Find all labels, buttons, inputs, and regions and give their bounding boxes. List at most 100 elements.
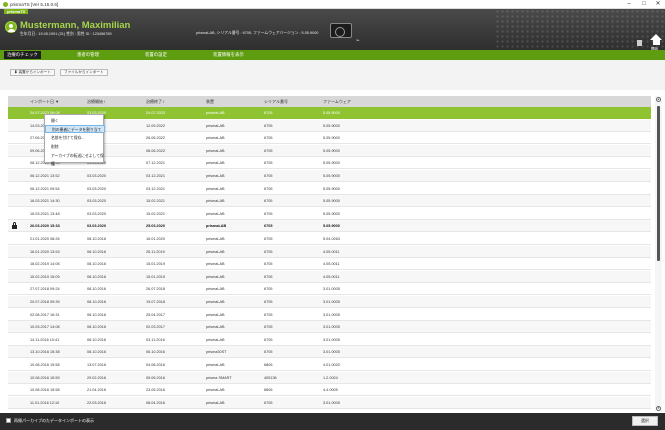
cell-firmware: 5.05.9000	[323, 136, 340, 141]
tab-patient-management[interactable]: 患者の管理	[74, 51, 102, 59]
cell-therapy-start: 08.10.2016	[87, 312, 107, 317]
import-file-label: ファイルからインポート	[64, 70, 104, 74]
tab-therapy-check[interactable]: 治療のチェック	[4, 51, 41, 59]
col-import-date[interactable]: インポート日 ▼	[30, 99, 59, 105]
table-row[interactable]: 16.03.2021 14:30 03.03.2020 15.02.2021 pris…	[8, 195, 651, 208]
scroll-down-icon[interactable]: ▾	[656, 406, 661, 411]
menu-item-delete[interactable]: 削除	[45, 143, 105, 151]
cell-device: prismaLAB	[206, 363, 225, 367]
cell-therapy-start: 08.10.2016	[87, 325, 107, 330]
import-device-button[interactable]: ⬇ 装置からインポート	[10, 69, 55, 76]
close-button[interactable]: ✕	[651, 1, 665, 8]
table-row[interactable]: 14.11.2016 10:41 08.10.2016 03.11.2016 pris…	[8, 333, 651, 346]
table-row[interactable]: 06.12.2021 13:52 03.03.2020 03.12.2021 pris…	[8, 170, 651, 182]
tab-device-settings[interactable]: 装置の設定	[142, 51, 170, 59]
import-file-button[interactable]: ファイルからインポート	[60, 69, 108, 76]
cell-import-date: 13.10.2016 15:38	[30, 350, 60, 355]
lock-icon	[12, 222, 17, 230]
cell-therapy-end: 19.07.2018	[146, 300, 166, 304]
maximize-button[interactable]: □	[637, 1, 651, 8]
table-row[interactable]: 13.10.2016 15:38 08.10.2016 06.10.2016 pris…	[8, 346, 651, 359]
cell-therapy-end: 26.07.2018	[146, 287, 166, 292]
cell-firmware: 5.05.9000	[323, 186, 340, 191]
table-row[interactable]: 16.01.2020 13:53 08.10.2016 25.11.2019 pris…	[8, 245, 651, 258]
table-row[interactable]: 16.03.2021 13:48 03.03.2020 15.02.2021 pris…	[8, 207, 651, 220]
menu-item-open[interactable]: 開く	[45, 117, 105, 125]
cell-device: prismaLAB	[206, 123, 225, 128]
menu-item-save-as[interactable]: 名前を付けて保存...	[45, 134, 105, 142]
cell-serial: 6806	[264, 388, 273, 393]
col-therapy-end[interactable]: 治療終了 /	[146, 99, 164, 105]
cell-therapy-start: 08.10.2016	[87, 274, 107, 279]
cell-device: prismaLAB	[206, 249, 225, 254]
select-button[interactable]: 選択	[632, 416, 658, 426]
cell-therapy-end: 23.05.2016	[146, 388, 166, 393]
col-serial[interactable]: シリアル番号	[264, 99, 288, 105]
cell-serial: 6705	[264, 249, 273, 254]
show-archived-label: 再帰パーカイブのたデータインポートの表示	[14, 418, 94, 423]
cell-therapy-end: 08.04.2016	[146, 400, 166, 405]
cell-import-date: 11.01.2016 12:10	[30, 400, 60, 405]
cell-therapy-end: 12.09.2022	[146, 123, 166, 128]
cell-serial: 6705	[264, 237, 273, 241]
cell-serial: 6705	[264, 186, 273, 191]
col-firmware[interactable]: ファームウェア	[323, 99, 351, 105]
cell-firmware: 3.01.0005	[323, 325, 340, 330]
table-row[interactable]: 10.08.2016 15:58 13.07.2016 04.08.2016 pris…	[8, 359, 651, 371]
cell-device: prismaLAB	[206, 400, 225, 405]
table-row[interactable]: 20.07.2018 09:39 08.10.2016 19.07.2018 pris…	[8, 296, 651, 308]
minimize-button[interactable]: –	[622, 1, 636, 8]
table-row[interactable]: 21.01.2020 08:26 08.10.2016 16.01.2020 pris…	[8, 233, 651, 245]
table-row[interactable]: 18.02.2019 14:06 08.10.2016 15.01.2019 pris…	[8, 258, 651, 271]
table-row[interactable]: 02.08.2017 16:31 08.10.2016 25.04.2017 pris…	[8, 308, 651, 321]
table-row[interactable]: 10.08.2016 15:59 29.02.2016 05.06.2016 pris…	[8, 371, 651, 384]
cell-therapy-start: 03.03.2020	[87, 174, 107, 178]
patient-info: 生年月日 : 19.05.1991 (31) 性別 : 男性 ID : 1234…	[20, 32, 112, 36]
cell-therapy-end: 05.06.2016	[146, 375, 166, 380]
table-row[interactable]: 15.02.2019 15:09 08.10.2016 15.01.2019 pris…	[8, 270, 651, 283]
context-menu: 開く 別の患者にデータを割り当て 名前を付けて保存... 削除 アーカイブの転送…	[44, 114, 105, 166]
report-icon[interactable]	[637, 40, 642, 46]
cell-firmware: 3.01.0005	[323, 300, 340, 304]
cell-device: prisma SMART	[206, 375, 232, 380]
table-row[interactable]: 11.01.2016 12:10 22.03.2016 08.04.2016 pris…	[8, 396, 651, 409]
table-header: インポート日 ▼ 治療開始 \ 治療終了 / 装置 シリアル番号 ファームウェア	[8, 96, 651, 107]
cell-import-date: 06.12.2021 13:52	[30, 174, 60, 178]
col-therapy-start[interactable]: 治療開始 \	[87, 99, 105, 105]
cell-therapy-end: 25.11.2019	[146, 249, 165, 254]
cell-serial: 6705	[264, 287, 273, 292]
cell-import-date: 14.11.2016 10:41	[30, 337, 60, 342]
table-row[interactable]: 27.07.2018 09:24 08.10.2016 26.07.2018 pris…	[8, 283, 651, 296]
table-row[interactable]: 26.03.2020 15:33 03.03.2020 25.03.2020 pris…	[8, 220, 651, 233]
cell-device: prismaLAB	[206, 224, 227, 229]
tab-device-info[interactable]: 装置情報を表示	[210, 51, 247, 59]
scroll-up-icon[interactable]: ▴	[656, 97, 661, 102]
cell-therapy-start: 13.07.2016	[87, 363, 107, 367]
show-archived-checkbox[interactable]	[6, 418, 11, 423]
cell-serial: 6705	[264, 111, 273, 115]
cell-firmware: 5.05.9000	[323, 174, 340, 178]
cell-therapy-end: 02.03.2017	[146, 325, 166, 330]
menu-item-archive-protect[interactable]: アーカイブの転送にせよして保護	[45, 152, 105, 166]
brand-logo: prismaTS	[4, 9, 29, 14]
cell-therapy-start: 08.10.2016	[87, 300, 107, 304]
cell-serial: 6705	[264, 199, 273, 204]
cell-device: prismaLAB	[206, 312, 225, 317]
table-row[interactable]: 10.03.2017 14:08 08.10.2016 02.03.2017 pris…	[8, 321, 651, 334]
menu-item-assign-patient[interactable]: 別の患者にデータを割り当て	[45, 125, 105, 133]
cell-therapy-end: 15.02.2021	[146, 211, 166, 216]
cell-firmware: 5.05.9000	[323, 199, 340, 204]
table-row[interactable]: 10.08.2016 15:58 21.04.2016 23.05.2016 pris…	[8, 384, 651, 397]
cell-firmware: 5.05.9000	[323, 161, 340, 166]
table-row[interactable]: 06.12.2021 09:54 03.03.2020 03.12.2021 pris…	[8, 182, 651, 195]
home-icon[interactable]	[650, 34, 662, 45]
cell-serial: 6705	[264, 400, 273, 405]
col-device[interactable]: 装置	[206, 99, 214, 105]
main-tabs: 治療のチェック 患者の管理 装置の設定 装置情報を表示	[0, 50, 665, 60]
cell-device: prismaLAB	[206, 148, 225, 153]
cell-therapy-end: 06.10.2016	[146, 350, 166, 355]
table-scrollbar[interactable]: ▴ ▾	[655, 96, 662, 412]
cell-serial: 6806	[264, 363, 273, 367]
scroll-thumb[interactable]	[657, 106, 660, 261]
cell-device: prismaLAB	[206, 300, 225, 304]
